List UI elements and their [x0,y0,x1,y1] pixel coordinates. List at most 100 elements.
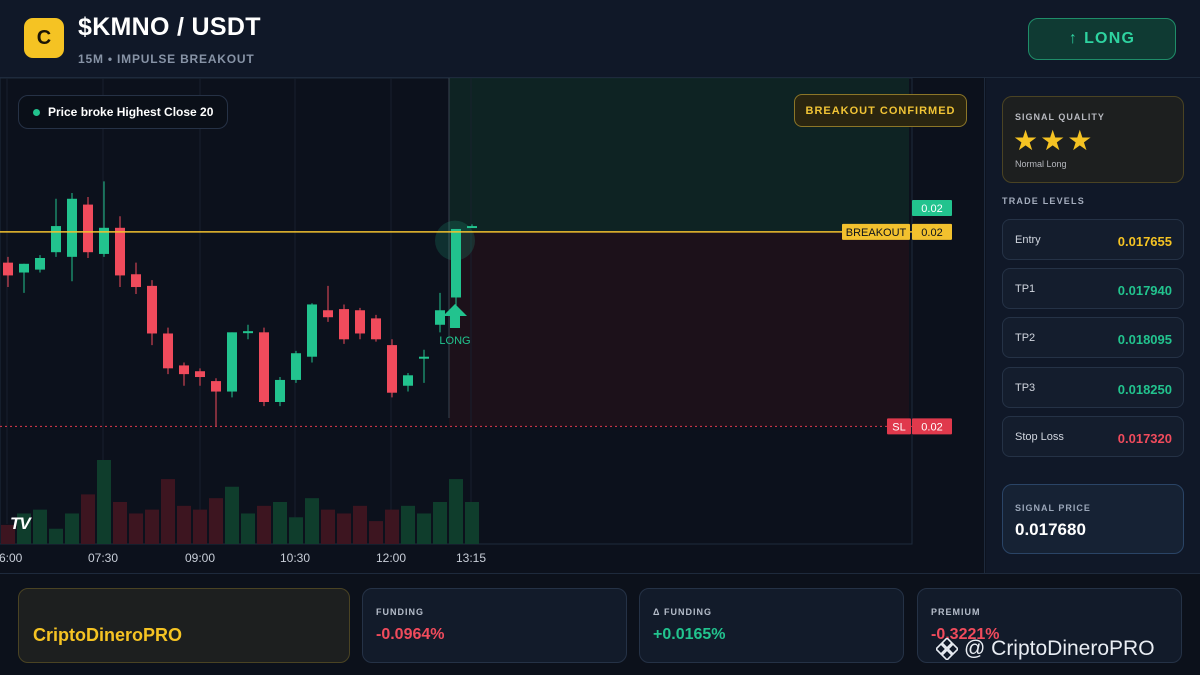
candle-body-4 [67,198,77,257]
funding-label: FUNDING [376,607,424,617]
risk-zone [449,231,909,427]
time-label-5: 13:15 [456,551,486,565]
volume-bar-4 [65,513,79,544]
volume-bar-2 [33,509,47,544]
binance-diamond-icon [936,638,958,660]
trade-level-tp2: TP2 0.018095 [1002,317,1184,358]
time-label-1: 07:30 [88,551,118,565]
volume-bar-10 [161,479,175,544]
volume-bar-26 [417,513,431,544]
candle-body-20 [323,310,333,318]
trade-level-value: 0.018250 [1117,382,1172,397]
volume-bar-9 [145,509,159,544]
signal-quality-sub: Normal Long [1015,159,1067,169]
volume-bar-16 [257,505,271,544]
candle-body-14 [227,332,237,392]
volume-bar-27 [433,502,447,544]
trade-level-tp3: TP3 0.018250 [1002,367,1184,408]
volume-bar-23 [369,521,383,544]
candle-body-27 [435,310,445,325]
volume-bar-17 [273,502,287,544]
signal-price-card: SIGNAL PRICE 0.017680 [1002,484,1184,554]
volume-bar-15 [241,513,255,544]
volume-bar-25 [401,505,415,544]
arrow-up-icon: ↑ [1068,30,1079,47]
candle-body-5 [83,204,93,253]
trade-level-value: 0.017940 [1117,283,1172,298]
breakout-info-pill: Price broke Highest Close 20 [18,95,229,129]
status-dot-icon [33,108,40,116]
candle-body-17 [275,379,285,402]
candle-body-15 [243,331,253,334]
volume-bar-29 [465,502,479,544]
trade-level-stop-loss: Stop Loss 0.017320 [1002,416,1184,457]
trade-level-name: TP2 [1015,332,1036,344]
candle-body-13 [211,381,221,392]
trade-levels-title: TRADE LEVELS [1002,196,1085,206]
candle-body-1 [19,263,29,273]
trade-level-name: Stop Loss [1015,431,1064,443]
trade-level-entry: Entry 0.017655 [1002,219,1184,260]
volume-bar-5 [81,494,95,544]
volume-bar-7 [113,502,127,544]
candle-body-22 [355,310,365,334]
signal-sidebar: SIGNAL QUALITY ★★★ Normal Long TRADE LEV… [986,78,1200,573]
candle-body-24 [387,345,397,393]
sl-label-tag: SL [892,421,905,433]
candle-body-16 [259,332,269,402]
time-label-4: 12:00 [376,551,406,565]
candle-body-26 [419,356,429,359]
timeframe-subtitle: 15M • IMPULSE BREAKOUT [78,52,255,66]
time-label-0: 6:00 [0,551,23,565]
volume-bar-22 [353,505,367,544]
candle-body-3 [51,226,61,253]
watermark-text: @ CriptoDineroPRO [964,637,1155,660]
volume-bar-11 [177,505,191,544]
volume-bar-13 [209,498,223,544]
breakout-confirmed-badge: BREAKOUT CONFIRMED [794,94,967,127]
brand-card: CriptoDineroPRO [18,588,350,663]
footer-stats: CriptoDineroPRO FUNDING -0.0964% Δ FUNDI… [0,573,1200,675]
volume-bar-28 [449,479,463,544]
candle-body-2 [35,258,45,270]
app-logo-icon: C [24,18,64,58]
signal-glow [435,220,475,261]
signal-long-label: LONG [439,335,470,347]
candle-body-11 [179,365,189,375]
top-header: C $KMNO / USDT 15M • IMPULSE BREAKOUT ↑ … [0,0,1200,78]
volume-bar-19 [305,498,319,544]
funding-value: -0.0964% [376,626,445,643]
candlestick-chart[interactable]: LONG 0.02 BREAKOUT 0.02 SL 0.02 6:00 07:30 09:00… [0,78,985,573]
signal-quality-card: SIGNAL QUALITY ★★★ Normal Long [1002,96,1184,183]
delta-funding-label: Δ FUNDING [653,607,712,617]
brand-name: CriptoDineroPRO [33,625,183,645]
price-chart[interactable]: LONG 0.02 BREAKOUT 0.02 SL 0.02 6:00 07:30 09:00… [0,78,985,573]
volume-bar-6 [97,460,111,544]
trade-level-name: Entry [1015,234,1041,246]
breakout-value-tag: 0.02 [921,227,942,239]
tradingview-logo-icon: TV [10,514,31,533]
candle-body-21 [339,309,349,340]
watermark: @ CriptoDineroPRO [936,637,1155,661]
trade-level-value: 0.017655 [1117,234,1172,249]
candle-body-10 [163,333,173,369]
premium-label: PREMIUM [931,607,981,617]
rating-stars-icon: ★★★ [1013,125,1095,156]
trade-level-name: TP1 [1015,283,1036,295]
trade-level-name: TP3 [1015,382,1036,394]
time-label-3: 10:30 [280,551,310,565]
signal-price-value: 0.017680 [1015,520,1086,539]
signal-quality-label: SIGNAL QUALITY [1015,112,1105,122]
candle-body-8 [131,274,141,288]
candle-body-12 [195,371,205,378]
sl-value-tag: 0.02 [921,421,942,433]
long-button-label: LONG [1084,30,1136,47]
candle-body-19 [307,304,317,357]
breakout-info-text: Price broke Highest Close 20 [48,105,214,119]
delta-funding-value: +0.0165% [653,626,726,643]
trade-level-value: 0.018095 [1117,332,1172,347]
volume-bar-21 [337,513,351,544]
long-button[interactable]: ↑ LONG [1028,18,1176,60]
candle-body-23 [371,318,381,340]
candle-body-18 [291,353,301,380]
